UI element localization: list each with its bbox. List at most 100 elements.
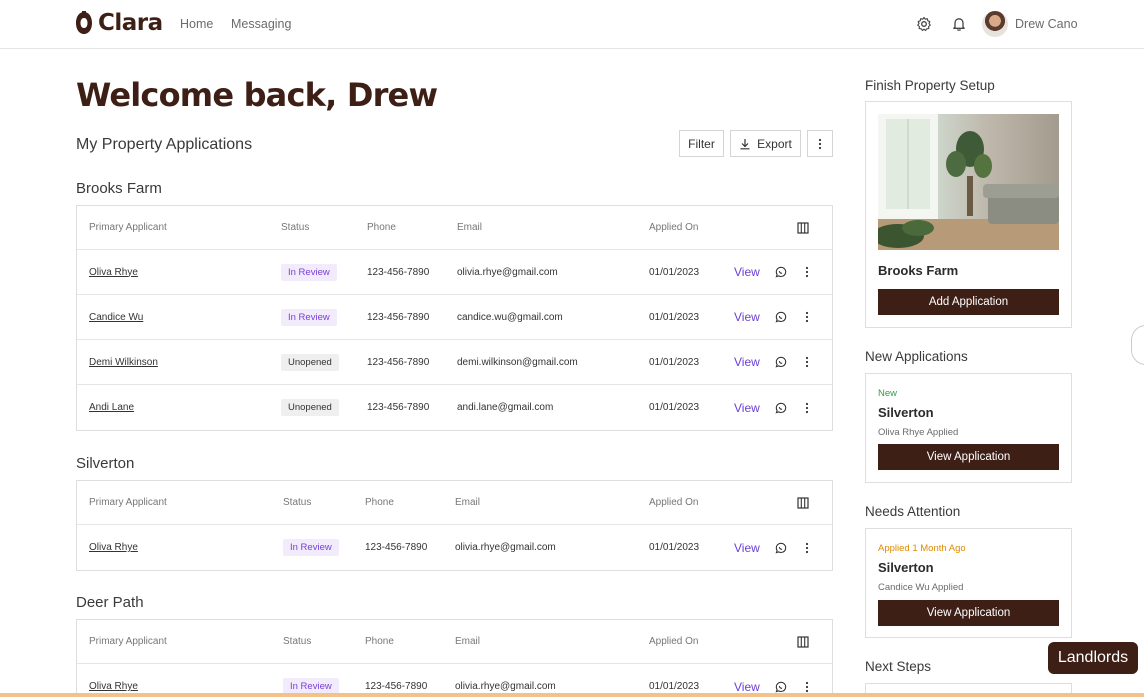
- property-photo: [878, 114, 1059, 250]
- table-row: Oliva Rhye In Review 123-456-7890 olivia…: [77, 525, 832, 570]
- applications-table-deer-path: Primary Applicant Status Phone Email App…: [76, 619, 833, 697]
- applications-table-brooks-farm: Primary Applicant Status Phone Email App…: [76, 205, 833, 431]
- new-application-card: New Silverton Oliva Rhye Applied View Ap…: [865, 373, 1072, 483]
- message-icon[interactable]: [773, 295, 789, 339]
- applicant-link[interactable]: Oliva Rhye: [89, 267, 138, 278]
- phone-cell: 123-456-7890: [367, 266, 430, 278]
- col-applied-on: Applied On: [649, 636, 699, 647]
- applied-on-cell: 01/01/2023: [649, 311, 700, 323]
- kebab-icon: [818, 138, 822, 149]
- property-title-silverton: Silverton: [76, 455, 135, 472]
- attention-property-name: Silverton: [878, 560, 934, 575]
- phone-cell: 123-456-7890: [367, 356, 430, 368]
- col-status: Status: [283, 636, 312, 647]
- bell-icon[interactable]: [949, 14, 969, 34]
- table-header: Primary Applicant Status Phone Email App…: [77, 620, 832, 664]
- table-row: Demi Wilkinson Unopened 123-456-7890 dem…: [77, 340, 832, 385]
- row-menu-icon[interactable]: [799, 525, 815, 570]
- attention-tag: Applied 1 Month Ago: [878, 543, 966, 554]
- view-application-button[interactable]: View Application: [878, 600, 1059, 626]
- applicant-link[interactable]: Demi Wilkinson: [89, 357, 158, 368]
- message-icon[interactable]: [773, 340, 789, 384]
- row-menu-icon[interactable]: [799, 340, 815, 384]
- finish-setup-title: Finish Property Setup: [865, 78, 995, 93]
- col-email: Email: [455, 497, 481, 508]
- view-link[interactable]: View: [734, 355, 760, 369]
- nav-messaging[interactable]: Messaging: [231, 17, 291, 31]
- status-badge: Unopened: [281, 399, 339, 416]
- col-phone: Phone: [365, 497, 394, 508]
- phone-cell: 123-456-7890: [367, 402, 430, 413]
- row-menu-icon[interactable]: [799, 295, 815, 339]
- col-primary-applicant: Primary Applicant: [89, 222, 167, 233]
- side-panel-toggle[interactable]: [1131, 325, 1144, 365]
- more-options-button[interactable]: [807, 130, 833, 157]
- setup-property-name: Brooks Farm: [878, 263, 959, 278]
- table-row: Andi Lane Unopened 123-456-7890 andi.lan…: [77, 385, 832, 430]
- col-primary-applicant: Primary Applicant: [89, 636, 167, 647]
- columns-icon[interactable]: [795, 481, 811, 524]
- filter-button[interactable]: Filter: [679, 130, 724, 157]
- status-badge: Unopened: [281, 353, 339, 371]
- new-tag: New: [878, 388, 898, 399]
- export-label: Export: [757, 136, 792, 151]
- user-avatar[interactable]: [982, 11, 1008, 37]
- landlords-badge[interactable]: Landlords: [1048, 642, 1138, 674]
- nav-home[interactable]: Home: [180, 17, 213, 31]
- message-icon[interactable]: [773, 250, 789, 294]
- status-badge: In Review: [281, 308, 337, 326]
- phone-cell: 123-456-7890: [365, 542, 428, 553]
- next-steps-title: Next Steps: [865, 659, 932, 674]
- applications-section-title: My Property Applications: [76, 136, 253, 153]
- gear-icon[interactable]: [914, 14, 934, 34]
- row-menu-icon[interactable]: [799, 385, 815, 430]
- clara-logo-icon: [76, 11, 92, 34]
- email-cell: andi.lane@gmail.com: [457, 402, 554, 413]
- applied-on-cell: 01/01/2023: [649, 356, 700, 368]
- needs-attention-title: Needs Attention: [865, 504, 961, 519]
- email-cell: olivia.rhye@gmail.com: [457, 266, 558, 278]
- col-status: Status: [281, 222, 310, 233]
- view-application-button[interactable]: View Application: [878, 444, 1059, 470]
- applied-on-cell: 01/01/2023: [649, 402, 700, 413]
- col-phone: Phone: [367, 222, 396, 233]
- view-link[interactable]: View: [734, 541, 760, 555]
- clara-logo[interactable]: Clara: [75, 10, 163, 36]
- email-cell: demi.wilkinson@gmail.com: [457, 356, 578, 368]
- property-title-deer-path: Deer Path: [76, 594, 144, 611]
- columns-icon[interactable]: [795, 206, 811, 249]
- phone-cell: 123-456-7890: [367, 311, 430, 323]
- top-navbar: Clara Home Messaging Drew Cano: [0, 0, 1144, 49]
- applicant-link[interactable]: Oliva Rhye: [89, 542, 138, 553]
- email-cell: candice.wu@gmail.com: [457, 311, 563, 323]
- col-primary-applicant: Primary Applicant: [89, 497, 167, 508]
- user-name[interactable]: Drew Cano: [1015, 17, 1078, 31]
- status-badge: In Review: [283, 539, 339, 556]
- table-row: Oliva Rhye In Review 123-456-7890 olivia…: [77, 250, 832, 295]
- download-icon: [740, 138, 750, 149]
- welcome-heading: Welcome back, Drew: [76, 76, 438, 114]
- col-applied-on: Applied On: [649, 222, 699, 233]
- columns-icon[interactable]: [795, 620, 811, 663]
- table-header: Primary Applicant Status Phone Email App…: [77, 481, 832, 525]
- add-application-button[interactable]: Add Application: [878, 289, 1059, 315]
- view-link[interactable]: View: [734, 265, 760, 279]
- view-link[interactable]: View: [734, 680, 760, 694]
- applicant-link[interactable]: Oliva Rhye: [89, 681, 138, 692]
- applicant-link[interactable]: Andi Lane: [89, 402, 134, 413]
- table-row: Candice Wu In Review 123-456-7890 candic…: [77, 295, 832, 340]
- row-menu-icon[interactable]: [799, 250, 815, 294]
- email-cell: olivia.rhye@gmail.com: [455, 542, 556, 553]
- logo-text: Clara: [98, 10, 163, 36]
- new-applicant-text: Oliva Rhye Applied: [878, 427, 959, 438]
- applicant-link[interactable]: Candice Wu: [89, 312, 143, 323]
- col-status: Status: [283, 497, 312, 508]
- finish-setup-card: Brooks Farm Add Application: [865, 101, 1072, 328]
- col-email: Email: [457, 222, 483, 233]
- export-button[interactable]: Export: [730, 130, 801, 157]
- view-link[interactable]: View: [734, 401, 760, 415]
- view-link[interactable]: View: [734, 310, 760, 324]
- message-icon[interactable]: [773, 525, 789, 570]
- message-icon[interactable]: [773, 385, 789, 430]
- new-property-name: Silverton: [878, 405, 934, 420]
